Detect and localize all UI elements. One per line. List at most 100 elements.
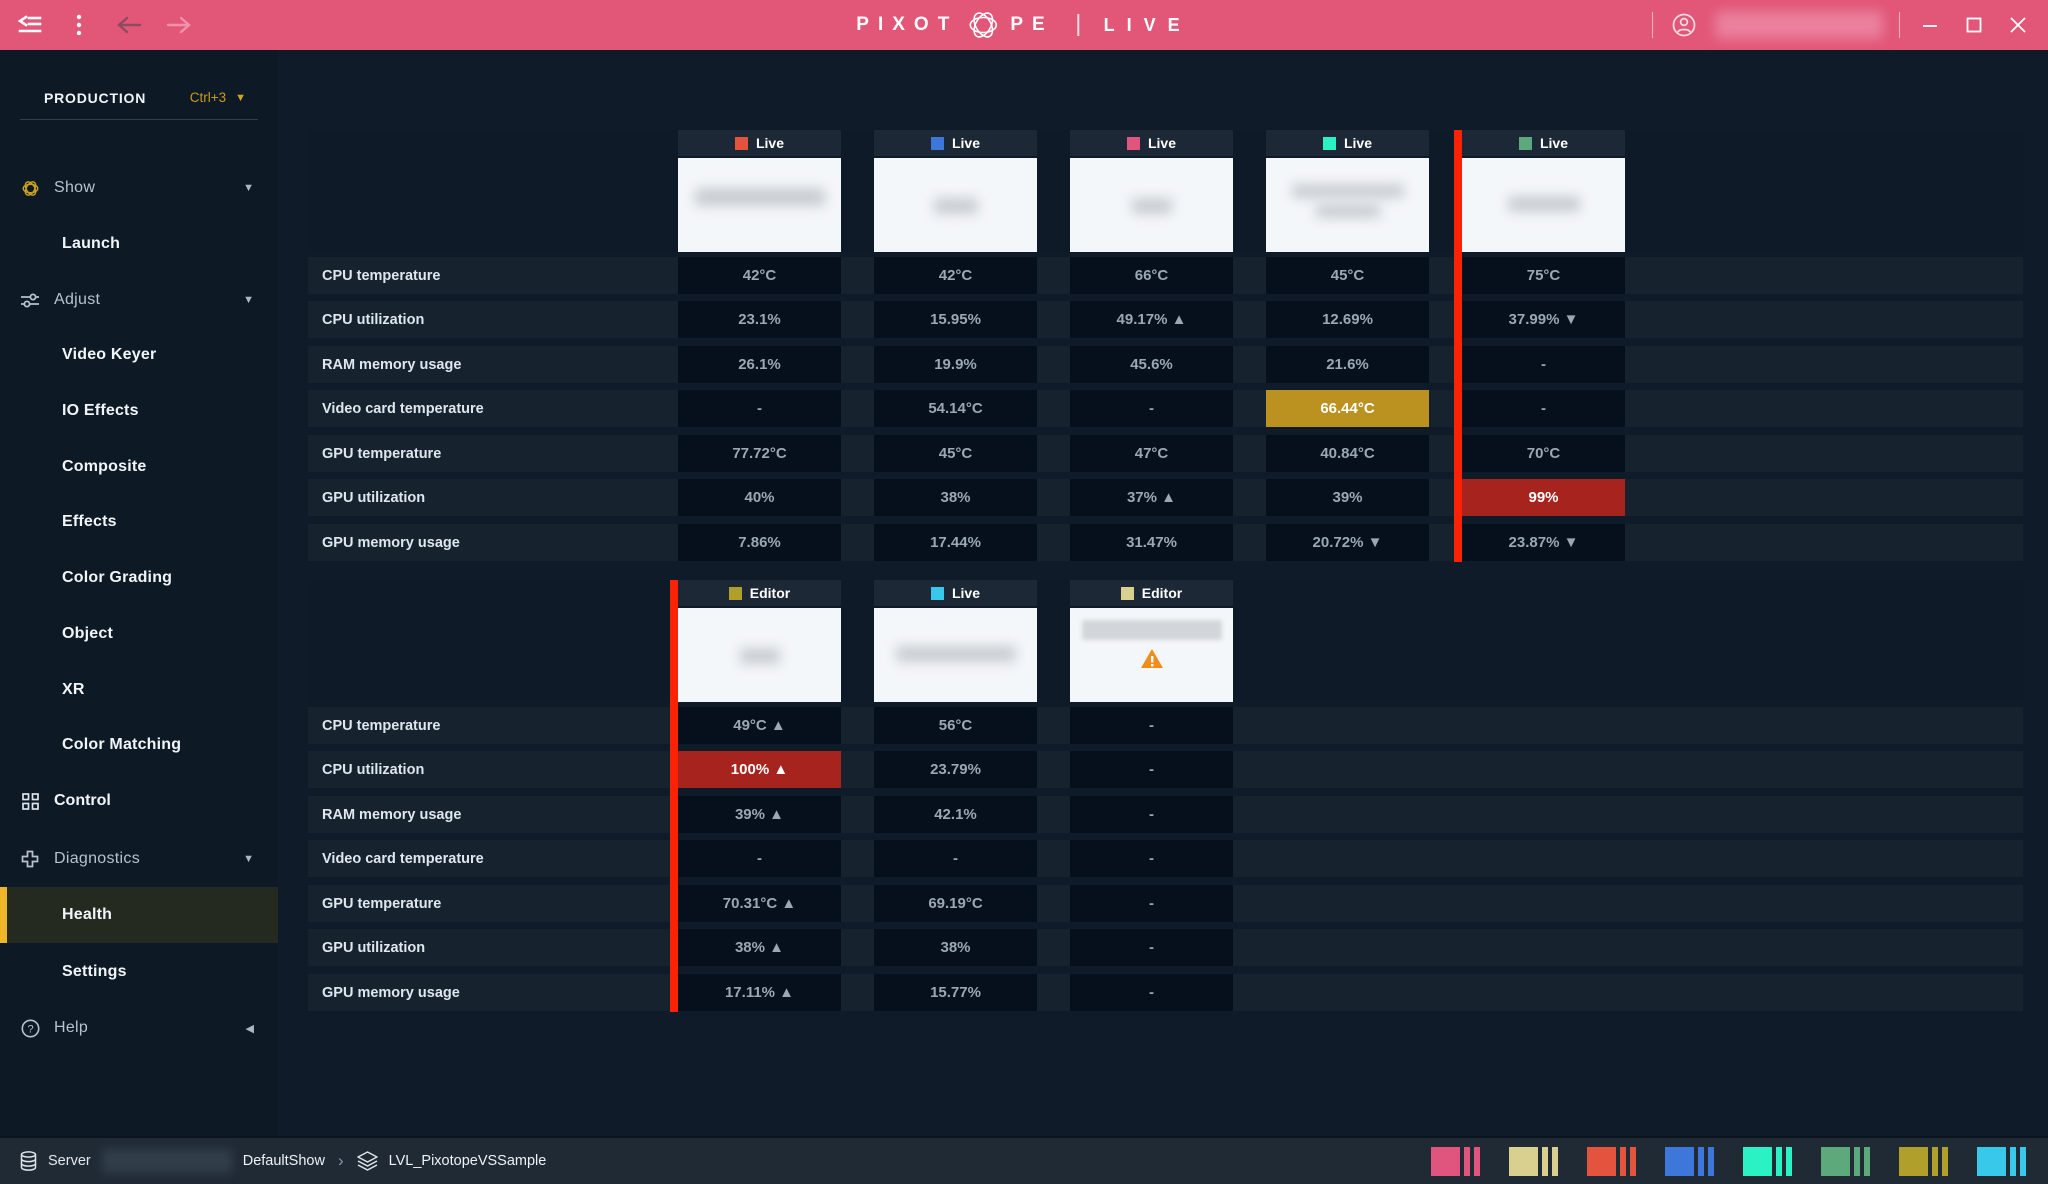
metric-value-cell: 15.95% xyxy=(874,301,1037,338)
machine-color-group[interactable] xyxy=(1665,1147,1714,1176)
sidebar-item-adjust[interactable]: Adjust ▼ xyxy=(0,280,278,320)
machine-color-group[interactable] xyxy=(1899,1147,1948,1176)
metric-value-cell: 26.1% xyxy=(678,346,841,383)
machine-color-group[interactable] xyxy=(1509,1147,1558,1176)
close-button[interactable] xyxy=(2004,11,2032,39)
metric-value-cell: 70.31°C ▲ xyxy=(678,885,841,922)
forward-button[interactable] xyxy=(164,10,194,40)
metric-label: GPU temperature xyxy=(322,446,441,462)
sidebar-item-launch[interactable]: Launch xyxy=(0,224,278,264)
back-button[interactable] xyxy=(114,10,144,40)
machine-card[interactable] xyxy=(1070,608,1233,702)
metric-label: Video card temperature xyxy=(322,401,484,417)
sidebar-item-label: Effects xyxy=(62,513,117,531)
sidebar-item-label: IO Effects xyxy=(62,402,139,420)
chevron-down-icon: ▼ xyxy=(243,853,254,865)
sidebar-item-xr[interactable]: XR xyxy=(0,670,278,710)
sidebar-item-effects[interactable]: Effects xyxy=(0,502,278,542)
machine-status-header[interactable]: Live xyxy=(678,130,841,156)
sidebar-item-io-effects[interactable]: IO Effects xyxy=(0,391,278,431)
machine-color-group[interactable] xyxy=(1977,1147,2026,1176)
machine-card[interactable] xyxy=(1266,158,1429,252)
metric-value-cell: 75°C xyxy=(1462,257,1625,294)
brand-product: LIVE xyxy=(1104,15,1192,36)
sidebar-item-video-keyer[interactable]: Video Keyer xyxy=(0,335,278,375)
metric-value-cell: 21.6% xyxy=(1266,346,1429,383)
show-name[interactable]: DefaultShow xyxy=(243,1153,325,1169)
machine-card[interactable] xyxy=(1462,158,1625,252)
machine-color-badge xyxy=(729,587,742,600)
metric-value-cell: - xyxy=(1070,751,1233,788)
machine-card[interactable] xyxy=(678,158,841,252)
metric-label: GPU utilization xyxy=(322,490,425,506)
machine-state-label: Live xyxy=(1148,135,1176,151)
more-menu-button[interactable] xyxy=(64,10,94,40)
sidebar-item-color-matching[interactable]: Color Matching xyxy=(0,725,278,765)
machine-color-badge xyxy=(1323,137,1336,150)
sidebar-item-help[interactable]: ? Help ◀ xyxy=(0,1008,278,1048)
server-label[interactable]: Server xyxy=(48,1153,91,1169)
machine-color-block xyxy=(1854,1147,1860,1176)
level-name[interactable]: LVL_PixotopeVSSample xyxy=(389,1153,547,1169)
sidebar-item-control[interactable]: Control xyxy=(0,781,278,821)
production-context-selector[interactable]: PRODUCTION Ctrl+3 ▼ xyxy=(20,76,258,120)
machine-color-group[interactable] xyxy=(1431,1147,1480,1176)
level-layers-icon xyxy=(357,1151,378,1171)
machine-color-block xyxy=(1864,1147,1870,1176)
minimize-button[interactable] xyxy=(1916,11,1944,39)
machine-state-label: Editor xyxy=(1142,585,1182,601)
sidebar-item-health[interactable]: Health xyxy=(0,887,278,943)
collapse-sidebar-button[interactable] xyxy=(14,10,44,40)
machine-color-block xyxy=(1474,1147,1480,1176)
machine-color-group[interactable] xyxy=(1743,1147,1792,1176)
metric-value-cell: 40% xyxy=(678,479,841,516)
metric-value-cell: 39% xyxy=(1266,479,1429,516)
machine-card[interactable] xyxy=(874,608,1037,702)
user-account-button[interactable] xyxy=(1669,10,1699,40)
sidebar-item-composite[interactable]: Composite xyxy=(0,447,278,487)
machine-card[interactable] xyxy=(874,158,1037,252)
metric-value-cell: 7.86% xyxy=(678,524,841,561)
machine-status-header[interactable]: Live xyxy=(1070,130,1233,156)
machine-color-block xyxy=(2010,1147,2016,1176)
machine-color-block xyxy=(1587,1147,1616,1176)
machine-color-group[interactable] xyxy=(1587,1147,1636,1176)
machine-color-block xyxy=(1899,1147,1928,1176)
metric-value-cell: 37% ▲ xyxy=(1070,479,1233,516)
machine-card[interactable] xyxy=(678,608,841,702)
sidebar-item-color-grading[interactable]: Color Grading xyxy=(0,558,278,598)
sidebar-item-show[interactable]: Show ▼ xyxy=(0,168,278,208)
machine-color-badge xyxy=(931,137,944,150)
machine-status-header[interactable]: Live xyxy=(874,580,1037,606)
metric-label: CPU utilization xyxy=(322,762,424,778)
metric-value-cell: 100% ▲ xyxy=(678,751,841,788)
machine-state-label: Live xyxy=(952,585,980,601)
sidebar-item-diagnostics[interactable]: Diagnostics ▼ xyxy=(0,839,278,879)
machine-card[interactable] xyxy=(1070,158,1233,252)
machine-status-header[interactable]: Live xyxy=(874,130,1037,156)
sidebar-item-settings[interactable]: Settings xyxy=(0,952,278,992)
show-icon xyxy=(18,179,42,198)
metric-value-cell: - xyxy=(1462,346,1625,383)
redacted-machine-name xyxy=(695,188,825,206)
titlebar-divider xyxy=(1899,12,1900,38)
machine-color-block xyxy=(1698,1147,1704,1176)
machine-color-group[interactable] xyxy=(1821,1147,1870,1176)
metric-value-cell: 31.47% xyxy=(1070,524,1233,561)
redacted-machine-name xyxy=(1132,198,1172,214)
machine-color-block xyxy=(1542,1147,1548,1176)
machine-status-header[interactable]: Live xyxy=(1462,130,1625,156)
metric-value-cell: 70°C xyxy=(1462,435,1625,472)
sidebar-item-label: Object xyxy=(62,625,113,643)
sidebar-item-object[interactable]: Object xyxy=(0,614,278,654)
server-database-icon[interactable] xyxy=(20,1151,37,1171)
metric-value-cell: 23.79% xyxy=(874,751,1037,788)
machine-status-header[interactable]: Editor xyxy=(678,580,841,606)
machine-status-header[interactable]: Live xyxy=(1266,130,1429,156)
maximize-button[interactable] xyxy=(1960,11,1988,39)
username-redacted xyxy=(1715,11,1883,39)
metric-label: CPU temperature xyxy=(322,718,440,734)
statusbar: Server DefaultShow › LVL_PixotopeVSSampl… xyxy=(0,1136,2048,1184)
machine-status-header[interactable]: Editor xyxy=(1070,580,1233,606)
machine-color-block xyxy=(1743,1147,1772,1176)
